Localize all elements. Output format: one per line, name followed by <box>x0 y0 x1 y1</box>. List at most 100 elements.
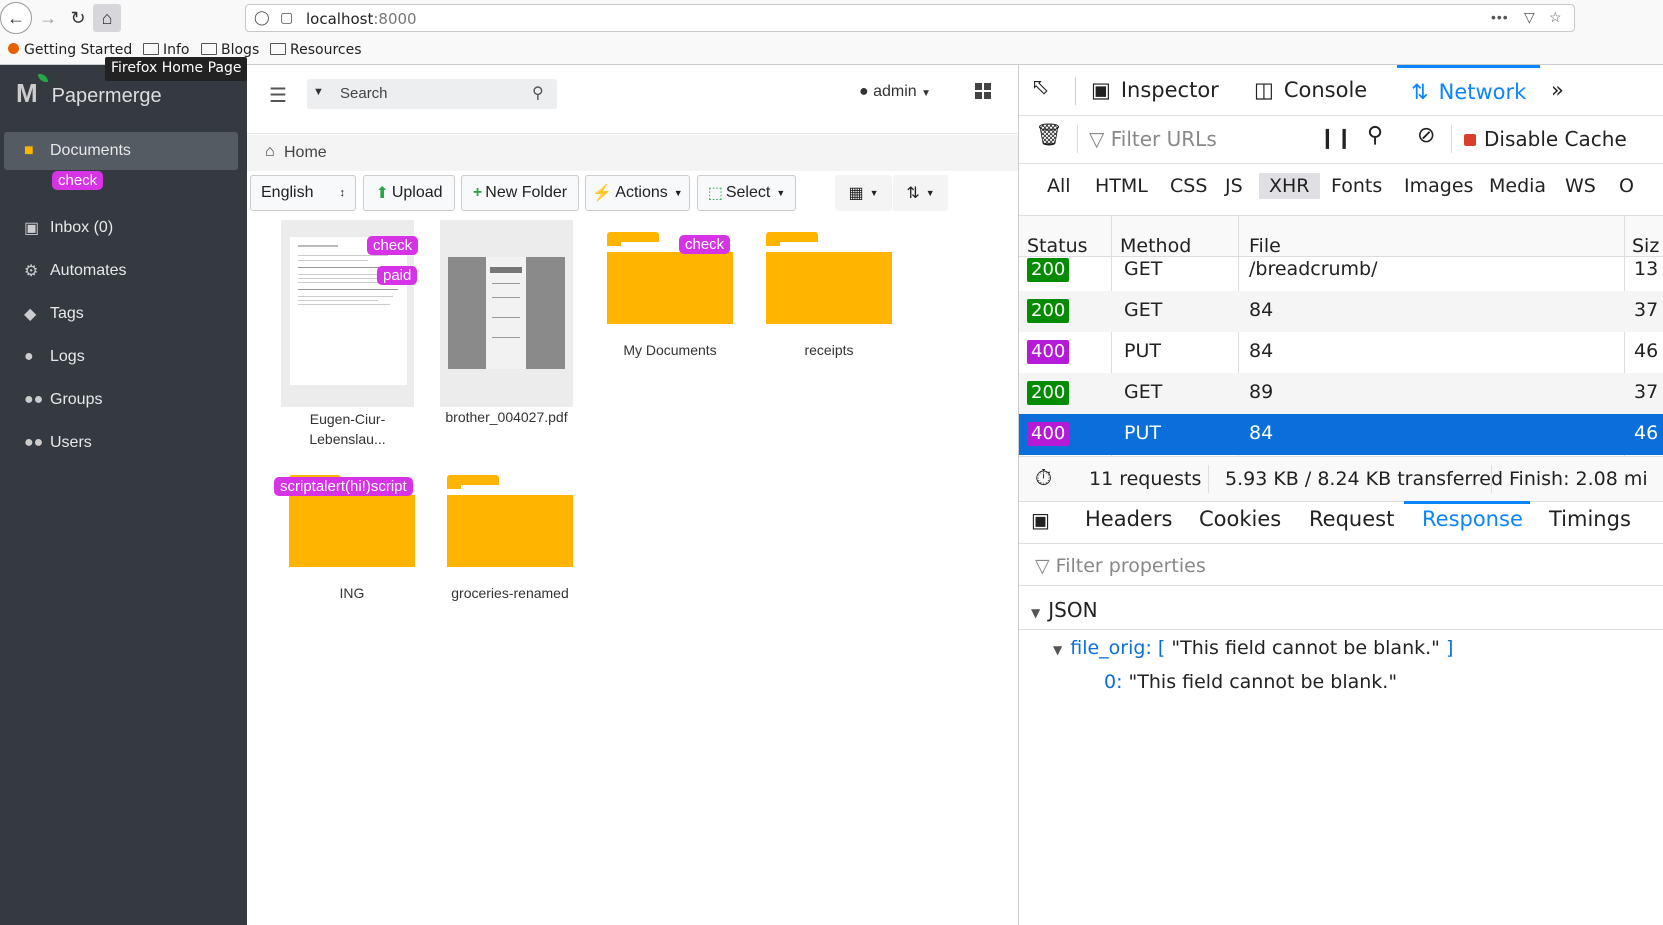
document-name[interactable]: brother_004027.pdf <box>435 409 578 425</box>
filter-ws[interactable]: WS <box>1565 175 1596 197</box>
url-bar[interactable]: ◯ ▢ localhost:8000 ••• ▽ ☆ <box>245 4 1575 32</box>
tab-request[interactable]: Request <box>1309 507 1394 531</box>
view-mode-button[interactable]: ▦ ▼ <box>835 175 892 211</box>
document-item[interactable] <box>440 220 573 407</box>
sidebar-item-automates[interactable]: ⚙ Automates <box>4 252 238 290</box>
filter-media[interactable]: Media <box>1489 175 1546 197</box>
tag-badge[interactable]: check <box>679 235 731 254</box>
json-node-0[interactable]: 0: "This field cannot be blank." <box>1104 671 1397 693</box>
bookmark-getting-started[interactable]: Getting Started <box>8 42 132 58</box>
disable-cache-checkbox[interactable]: Disable Cache <box>1464 127 1627 151</box>
back-button[interactable]: ← <box>0 2 32 34</box>
folder-name[interactable]: receipts <box>754 342 904 358</box>
filter-properties[interactable]: ▽ Filter properties <box>1035 555 1206 577</box>
tag-badge[interactable]: check <box>367 236 419 255</box>
breadcrumb: ⌂ Home <box>247 135 1018 171</box>
search-icon[interactable]: ⚲ <box>1367 123 1383 148</box>
app-logo[interactable]: M Papermerge <box>16 74 162 109</box>
json-node-file-orig[interactable]: ▼ file_orig: [ "This field cannot be blan… <box>1053 637 1453 659</box>
app-sidebar: M Papermerge ■ Documents check ▣ Inbox (0)… <box>0 65 247 925</box>
devtools-panel: ⬁ ▣ Inspector ◫ Console ⇅ Network » 🗑 ▽ Fil… <box>1018 65 1663 925</box>
row-size: 13 <box>1634 258 1659 280</box>
new-folder-button[interactable]: + New Folder <box>461 175 579 211</box>
main-pane: ☰ ▼ Search ⚲ ● admin ▼ ⌂ Home English ↕ ⬆… <box>247 65 1018 925</box>
filter-images[interactable]: Images <box>1404 175 1473 197</box>
row-size: 46 <box>1634 422 1659 444</box>
home-button[interactable]: ⌂ <box>93 4 121 32</box>
hamburger-icon[interactable]: ☰ <box>269 83 287 108</box>
pocket-icon[interactable]: ▽ <box>1524 9 1535 26</box>
arrow-left-icon: ← <box>7 7 25 28</box>
tag-badge[interactable]: scriptalert(hi!)script <box>274 477 413 496</box>
filter-html[interactable]: HTML <box>1095 175 1148 197</box>
table-row[interactable]: 200 GET 89 37 <box>1019 373 1663 414</box>
caret-down-icon[interactable]: ▼ <box>313 86 324 98</box>
folder-name[interactable]: ING <box>277 585 427 601</box>
filter-other[interactable]: O <box>1619 175 1634 197</box>
sidebar-item-tags[interactable]: ◆ Tags <box>4 295 238 333</box>
grid-icon[interactable] <box>975 83 991 99</box>
bookmark-blogs[interactable]: Blogs <box>201 42 259 58</box>
bulb-icon: ● <box>24 348 34 365</box>
folder-icon[interactable] <box>766 232 892 324</box>
json-section[interactable]: ▼ JSON <box>1031 598 1098 622</box>
sidebar-tag-check[interactable]: check <box>52 171 104 190</box>
table-row[interactable]: 400 PUT 84 46 <box>1019 332 1663 373</box>
panel-toggle-icon[interactable]: ▣ <box>1031 508 1050 532</box>
search-box[interactable]: ▼ Search ⚲ <box>307 79 557 109</box>
reload-button[interactable]: ↻ <box>64 4 92 32</box>
pick-element-icon[interactable]: ⬁ <box>1031 75 1049 100</box>
sidebar-item-label: Tags <box>50 305 84 322</box>
row-file: 84 <box>1249 299 1274 321</box>
table-row[interactable]: 200 GET /breadcrumb/ 13 <box>1019 250 1663 291</box>
breadcrumb-home[interactable]: Home <box>284 144 327 162</box>
search-icon[interactable]: ⚲ <box>532 83 544 103</box>
select-button[interactable]: ⬚ Select ▼ <box>697 175 796 211</box>
folder-name[interactable]: My Documents <box>595 342 745 358</box>
tab-network[interactable]: ⇅ Network <box>1397 65 1541 115</box>
sidebar-item-documents[interactable]: ■ Documents <box>4 132 238 170</box>
language-select[interactable]: English ↕ <box>250 175 356 211</box>
filter-css[interactable]: CSS <box>1170 175 1207 197</box>
document-name[interactable]: Eugen-Ciur- Lebenslau... <box>281 409 414 449</box>
page-icon: ▢ <box>280 9 294 25</box>
sidebar-item-logs[interactable]: ● Logs <box>4 338 238 376</box>
table-row[interactable]: 200 GET 84 37 <box>1019 291 1663 332</box>
filter-xhr[interactable]: XHR <box>1259 173 1320 199</box>
tab-timings[interactable]: Timings <box>1549 507 1631 531</box>
tab-headers[interactable]: Headers <box>1085 507 1172 531</box>
filter-fonts[interactable]: Fonts <box>1331 175 1382 197</box>
tab-cookies[interactable]: Cookies <box>1199 507 1281 531</box>
more-tabs-icon[interactable]: » <box>1551 65 1564 115</box>
folder-name[interactable]: groceries-renamed <box>435 585 585 601</box>
user-menu[interactable]: ● admin ▼ <box>859 83 931 101</box>
upload-button[interactable]: ⬆ Upload <box>363 175 455 211</box>
sort-button[interactable]: ⇅ ▼ <box>893 175 948 211</box>
sidebar-item-inbox[interactable]: ▣ Inbox (0) <box>4 209 238 247</box>
transferred-size: 5.93 KB / 8.24 KB transferred <box>1225 468 1504 490</box>
folder-icon[interactable] <box>447 475 573 567</box>
sidebar-item-groups[interactable]: ●● Groups <box>4 381 238 419</box>
filter-js[interactable]: JS <box>1225 175 1243 197</box>
tab-console[interactable]: ◫ Console <box>1254 65 1367 115</box>
filter-all[interactable]: All <box>1047 175 1071 197</box>
sidebar-item-users[interactable]: ●● Users <box>4 424 238 462</box>
search-input[interactable]: Search <box>340 85 388 102</box>
forward-button[interactable]: → <box>34 4 62 32</box>
more-icon[interactable]: ••• <box>1491 9 1509 25</box>
pause-icon[interactable]: ❙❙ <box>1319 125 1353 149</box>
star-icon[interactable]: ☆ <box>1549 9 1562 26</box>
trash-icon[interactable]: 🗑 <box>1035 123 1063 148</box>
bookmark-info[interactable]: Info <box>143 42 190 58</box>
bookmark-resources[interactable]: Resources <box>270 42 362 58</box>
actions-button[interactable]: ⚡ Actions ▼ <box>585 175 690 211</box>
document-item[interactable]: check paid <box>281 220 419 407</box>
filter-urls[interactable]: ▽ Filter URLs <box>1089 127 1217 151</box>
tab-inspector[interactable]: ▣ Inspector <box>1091 65 1219 115</box>
block-icon[interactable]: ⊘ <box>1417 123 1435 148</box>
table-row-selected[interactable]: 400 PUT 84 46 <box>1019 414 1663 455</box>
json-key: file_orig: <box>1070 637 1152 659</box>
user-name: admin <box>873 83 917 100</box>
tab-response[interactable]: Response <box>1422 507 1523 531</box>
tag-badge[interactable]: paid <box>377 266 418 285</box>
